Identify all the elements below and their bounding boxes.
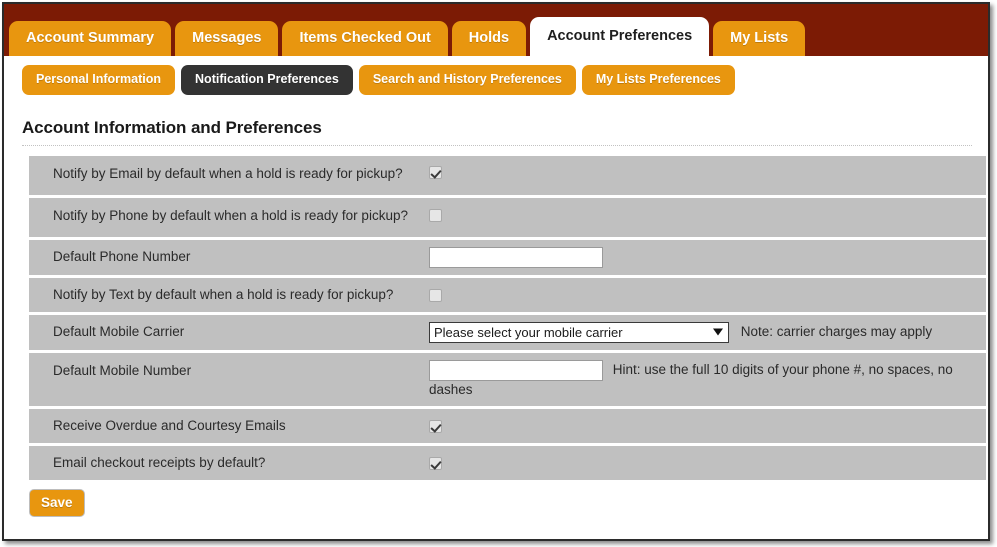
- row-field-default-phone-number: [429, 240, 986, 275]
- default-mobile-carrier-select[interactable]: Please select your mobile carrier: [429, 321, 729, 343]
- row-field-default-mobile-number: Hint: use the full 10 digits of your pho…: [429, 353, 986, 406]
- chevron-down-icon: [713, 328, 723, 336]
- tab-account-preferences[interactable]: Account Preferences: [530, 16, 710, 56]
- title-divider: [22, 144, 972, 146]
- table-row: Default Mobile Carrier Please select you…: [29, 314, 986, 350]
- row-label-email-checkout-receipts: Email checkout receipts by default?: [53, 454, 266, 470]
- row-label-default-mobile-carrier: Default Mobile Carrier: [53, 323, 185, 339]
- tab-account-summary[interactable]: Account Summary: [9, 20, 172, 56]
- table-row: Receive Overdue and Courtesy Emails: [29, 408, 986, 443]
- row-label-default-phone-number: Default Phone Number: [53, 248, 191, 264]
- tab-holds[interactable]: Holds: [451, 20, 527, 56]
- default-phone-number-input[interactable]: [429, 246, 603, 268]
- tab-items-checked-out[interactable]: Items Checked Out: [282, 20, 448, 56]
- checkbox-notify-email[interactable]: [429, 166, 442, 180]
- checkbox-receive-overdue-emails[interactable]: [429, 419, 442, 433]
- page-title: Account Information and Preferences: [22, 117, 322, 137]
- row-label-default-mobile-number: Default Mobile Number: [53, 362, 192, 378]
- subtab-search-and-history-preferences[interactable]: Search and History Preferences: [358, 65, 576, 95]
- checkbox-notify-text[interactable]: [429, 288, 442, 302]
- default-mobile-carrier-selected-value: Please select your mobile carrier: [434, 324, 623, 340]
- primary-tabs: Account Summary Messages Items Checked O…: [9, 16, 806, 56]
- tab-messages[interactable]: Messages: [175, 20, 279, 56]
- table-row: Notify by Phone by default when a hold i…: [29, 197, 986, 237]
- checkbox-email-checkout-receipts[interactable]: [429, 456, 442, 470]
- row-label-receive-overdue-emails: Receive Overdue and Courtesy Emails: [53, 417, 286, 433]
- tab-my-lists[interactable]: My Lists: [713, 20, 806, 56]
- save-button-container: Save: [29, 488, 972, 517]
- table-row: Default Mobile Number Hint: use the full…: [29, 352, 986, 406]
- subtab-notification-preferences[interactable]: Notification Preferences: [181, 65, 353, 95]
- row-label-notify-email: Notify by Email by default when a hold i…: [53, 165, 403, 181]
- row-field-default-mobile-carrier: Please select your mobile carrier Note: …: [429, 315, 986, 350]
- row-field-notify-text: [429, 278, 986, 310]
- checkbox-notify-phone[interactable]: [429, 208, 442, 222]
- row-label-notify-text: Notify by Text by default when a hold is…: [53, 286, 394, 302]
- default-mobile-number-input[interactable]: [429, 359, 603, 381]
- content-area: Account Information and Preferences Noti…: [4, 103, 988, 517]
- preferences-list: Notify by Email by default when a hold i…: [29, 155, 986, 480]
- row-field-email-checkout-receipts: [429, 446, 986, 478]
- browser-frame: Account Summary Messages Items Checked O…: [2, 2, 990, 541]
- carrier-charges-note: Note: carrier charges may apply: [740, 324, 933, 340]
- secondary-tab-bar: Personal Information Notification Prefer…: [4, 56, 988, 104]
- table-row: Default Phone Number: [29, 239, 986, 275]
- primary-tab-bar: Account Summary Messages Items Checked O…: [4, 4, 988, 56]
- row-field-receive-overdue-emails: [429, 409, 986, 441]
- table-row: Email checkout receipts by default?: [29, 445, 986, 480]
- table-row: Notify by Email by default when a hold i…: [29, 155, 986, 195]
- row-field-notify-phone: [429, 198, 986, 230]
- row-field-notify-email: [429, 156, 986, 188]
- save-button[interactable]: Save: [29, 488, 85, 517]
- table-row: Notify by Text by default when a hold is…: [29, 277, 986, 312]
- page-root: Account Summary Messages Items Checked O…: [0, 0, 997, 547]
- subtab-personal-information[interactable]: Personal Information: [22, 65, 176, 95]
- row-label-notify-phone: Notify by Phone by default when a hold i…: [53, 207, 408, 223]
- subtab-my-lists-preferences[interactable]: My Lists Preferences: [581, 65, 735, 95]
